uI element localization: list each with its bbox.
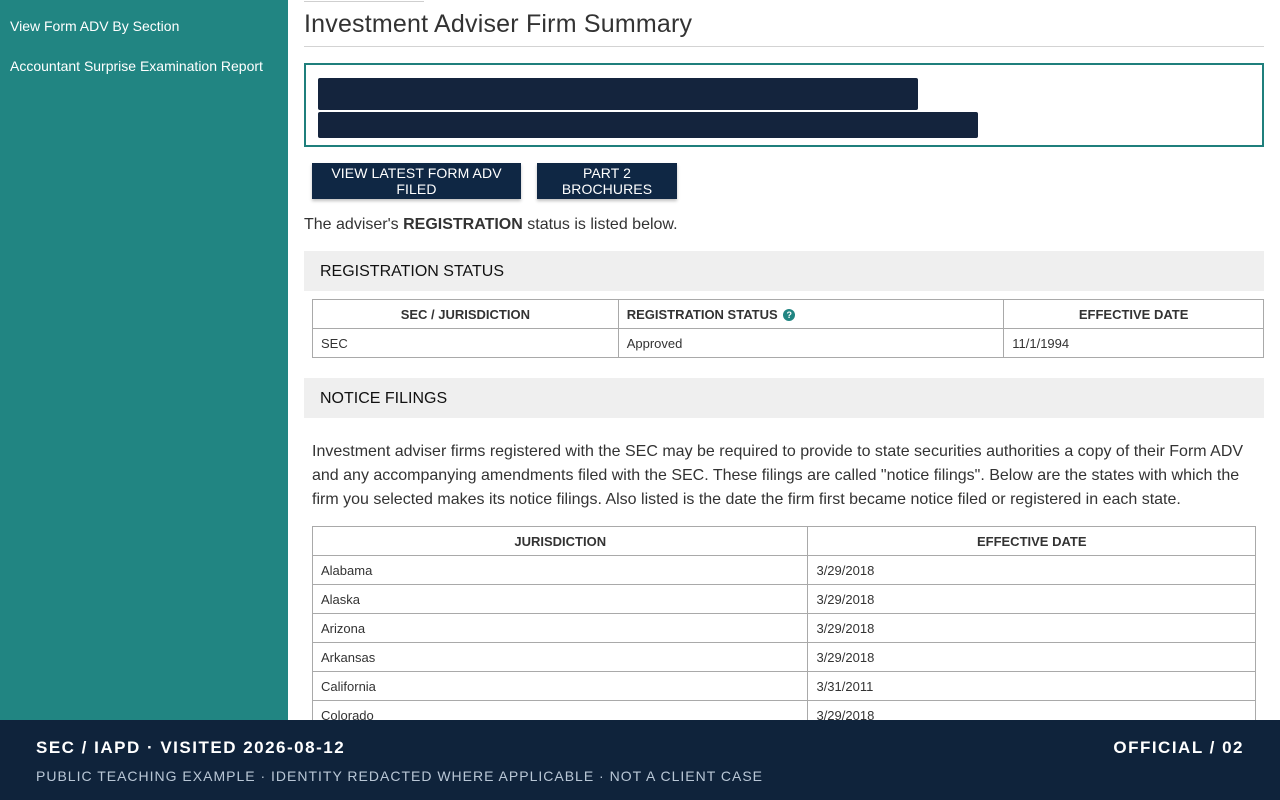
- table-row: Alabama 3/29/2018: [311, 555, 1256, 585]
- view-latest-form-adv-button[interactable]: VIEW LATEST FORM ADV FILED: [312, 163, 521, 199]
- intro-suffix: status is listed below.: [522, 216, 678, 233]
- notice-filings-table: JURISDICTION EFFECTIVE DATE Alabama 3/29/…: [311, 526, 1256, 720]
- sidebar-item-accountant-surprise-examination-report[interactable]: Accountant Surprise Examination Report: [0, 58, 273, 74]
- notice-filings-section-header: NOTICE FILINGS: [304, 378, 1264, 418]
- table-cell: 3/29/2018: [807, 613, 1256, 643]
- redaction-bar: [318, 78, 918, 110]
- sidebar-item-view-form-adv-by-section[interactable]: View Form ADV By Section: [0, 18, 189, 34]
- table-cell: 11/1/1994: [1003, 328, 1264, 358]
- column-header: EFFECTIVE DATE: [807, 526, 1256, 556]
- table-cell: 3/29/2018: [807, 700, 1256, 720]
- table-cell: Alabama: [311, 555, 809, 585]
- table-cell: 3/29/2018: [807, 642, 1256, 672]
- table-cell: 3/29/2018: [807, 584, 1256, 614]
- footer-subtitle: PUBLIC TEACHING EXAMPLE · IDENTITY REDAC…: [36, 768, 764, 784]
- cropped-header-remnant: [304, 0, 424, 2]
- table-row: Alaska 3/29/2018: [311, 584, 1256, 614]
- column-header: REGISTRATION STATUS ?: [617, 299, 1005, 329]
- table-row: Arizona 3/29/2018: [311, 613, 1256, 643]
- registration-intro-text: The adviser's REGISTRATION status is lis…: [304, 216, 678, 234]
- table-cell: Colorado: [311, 700, 809, 720]
- table-cell: SEC: [312, 328, 619, 358]
- footer-banner: SEC / IAPD · VISITED 2026-08-12 PUBLIC T…: [0, 720, 1280, 800]
- column-header: SEC / JURISDICTION: [312, 299, 619, 329]
- table-cell: 3/31/2011: [807, 671, 1256, 701]
- page-title: Investment Adviser Firm Summary: [304, 10, 693, 38]
- table-cell: Arkansas: [311, 642, 809, 672]
- intro-prefix: The adviser's: [304, 216, 404, 233]
- table-row: Arkansas 3/29/2018: [311, 642, 1256, 672]
- table-cell: Approved: [617, 328, 1005, 358]
- registration-status-table: SEC / JURISDICTION REGISTRATION STATUS ?…: [312, 299, 1264, 358]
- main-content: Investment Adviser Firm Summary VIEW LAT…: [288, 0, 1280, 720]
- title-divider: [304, 46, 1264, 47]
- notice-filings-description: Investment adviser firms registered with…: [312, 443, 1244, 508]
- sidebar: View Form ADV By Section Accountant Surp…: [0, 0, 288, 720]
- table-header-row: SEC / JURISDICTION REGISTRATION STATUS ?…: [312, 299, 1264, 329]
- table-cell: California: [311, 671, 809, 701]
- part-2-brochures-button[interactable]: PART 2 BROCHURES: [537, 163, 677, 199]
- table-cell: Alaska: [311, 584, 809, 614]
- column-header: JURISDICTION: [311, 526, 809, 556]
- table-row: California 3/31/2011: [311, 671, 1256, 701]
- table-cell: 3/29/2018: [807, 555, 1256, 585]
- table-cell: Arizona: [311, 613, 809, 643]
- registration-status-section-header: REGISTRATION STATUS: [304, 251, 1264, 291]
- firm-name-redacted-panel: [304, 63, 1264, 147]
- column-header: EFFECTIVE DATE: [1003, 299, 1264, 329]
- table-header-row: JURISDICTION EFFECTIVE DATE: [311, 526, 1256, 556]
- footer-title: SEC / IAPD · VISITED 2026-08-12: [36, 738, 346, 757]
- intro-bold: REGISTRATION: [403, 216, 523, 233]
- section-heading: REGISTRATION STATUS: [320, 263, 505, 280]
- redaction-bar: [318, 112, 978, 138]
- section-heading: NOTICE FILINGS: [320, 390, 448, 407]
- footer-badge: OFFICIAL / 02: [1113, 738, 1244, 757]
- table-row: Colorado 3/29/2018: [311, 700, 1256, 720]
- help-icon[interactable]: ?: [783, 309, 796, 322]
- column-header-label: REGISTRATION STATUS: [626, 306, 778, 322]
- table-row: SEC Approved 11/1/1994: [312, 328, 1264, 358]
